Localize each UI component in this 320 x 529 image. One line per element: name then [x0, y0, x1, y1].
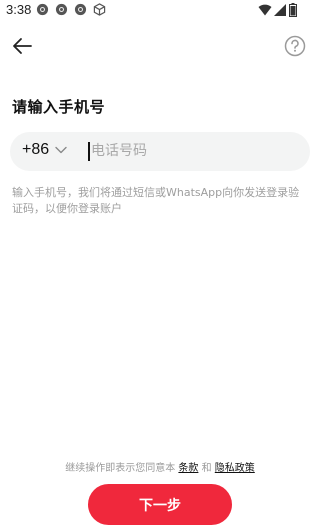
terms-link[interactable]: 条款	[178, 463, 198, 474]
chrome-icon	[36, 3, 49, 16]
status-time: 3:38	[6, 2, 32, 17]
privacy-policy-link[interactable]: 隐私政策	[215, 463, 255, 474]
cube-icon	[93, 3, 106, 16]
verification-hint-text: 输入手机号，我们将通过短信或WhatsApp向你发送登录验证码，以便你登录账户	[12, 186, 300, 215]
agreement-prefix: 继续操作即表示您同意本	[65, 463, 176, 474]
status-right-icons	[258, 3, 298, 17]
next-button[interactable]: 下一步	[88, 484, 232, 525]
question-circle-icon	[284, 35, 306, 57]
page-title: 请输入手机号	[12, 98, 106, 116]
chevron-down-icon	[55, 146, 67, 154]
country-code-label: +86	[22, 141, 50, 158]
help-button[interactable]	[284, 35, 306, 57]
back-button[interactable]	[10, 34, 36, 58]
phone-input-row: +86	[10, 132, 310, 171]
wifi-icon	[258, 4, 272, 16]
battery-icon	[289, 3, 297, 17]
status-bar: 3:38	[0, 0, 320, 20]
text-cursor	[88, 142, 90, 161]
signal-icon	[274, 4, 286, 16]
agreement-and: 和	[201, 463, 212, 474]
agreement-text: 继续操作即表示您同意本 条款 和 隐私政策	[0, 459, 320, 474]
chrome-icon	[74, 3, 87, 16]
chrome-icon	[55, 3, 68, 16]
phone-number-input[interactable]	[91, 138, 291, 164]
country-code-selector[interactable]: +86	[22, 141, 67, 159]
back-arrow-icon	[13, 38, 32, 54]
